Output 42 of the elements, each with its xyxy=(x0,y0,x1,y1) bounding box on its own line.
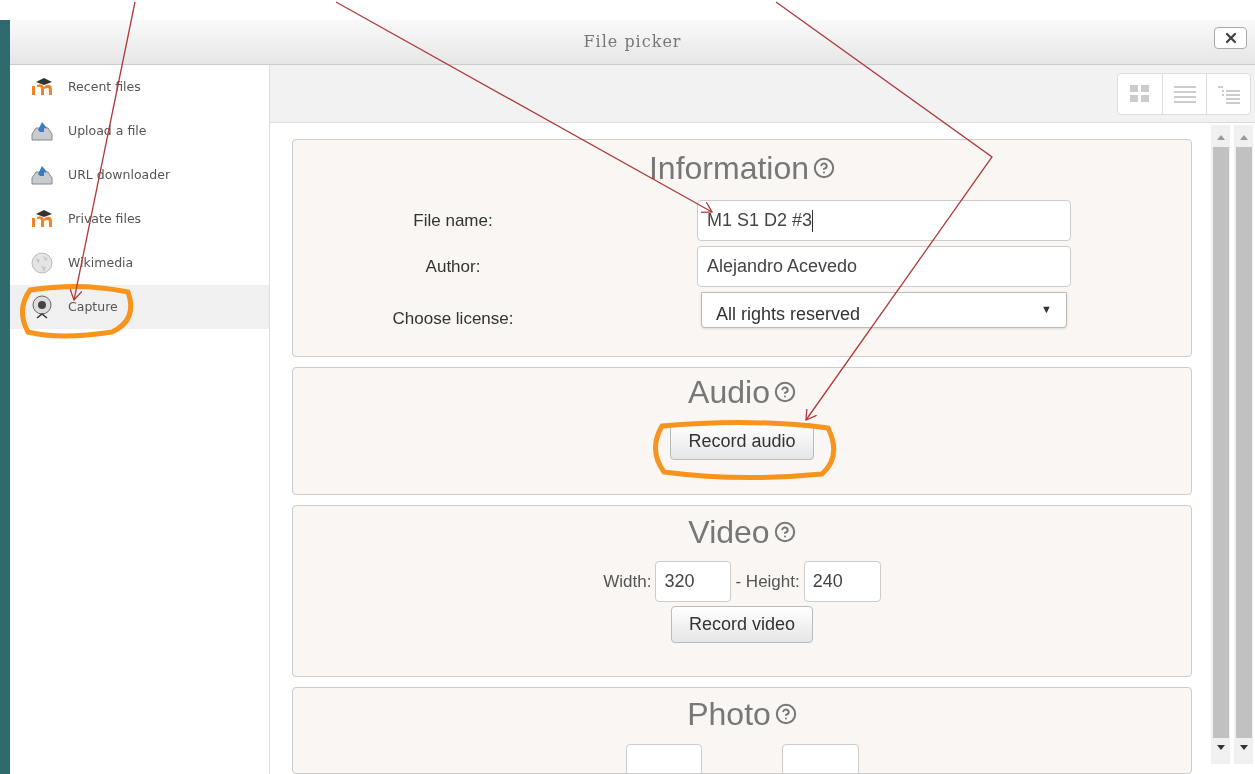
upload-tray-icon xyxy=(30,120,54,142)
scroll-down-icon[interactable] xyxy=(1238,744,1249,752)
graduation-logo-icon xyxy=(30,78,54,96)
text-field[interactable]: Alejandro Acevedo xyxy=(697,246,1071,287)
webcam-icon xyxy=(31,295,53,319)
record-button[interactable]: Record video xyxy=(670,606,814,643)
height-field[interactable]: 240 xyxy=(803,561,881,602)
dropdown-caret-icon: ▼ xyxy=(1041,300,1052,318)
tree-view-icon xyxy=(1217,83,1240,104)
scrollbar[interactable] xyxy=(1234,125,1253,764)
help-icon[interactable] xyxy=(774,702,797,725)
list-view-icon xyxy=(1173,83,1196,104)
scroll-up-icon[interactable] xyxy=(1215,133,1226,141)
width-label: Width: xyxy=(603,570,652,593)
scrollbar[interactable] xyxy=(1211,125,1230,764)
graduation-logo-icon xyxy=(30,210,54,228)
section-heading: Video xyxy=(688,513,770,552)
license-select[interactable]: All rights reserved ▼ xyxy=(701,292,1067,328)
grid-view-icon xyxy=(1129,83,1151,104)
height-label: - Height: xyxy=(735,570,800,593)
help-icon[interactable] xyxy=(773,381,796,403)
close-button[interactable] xyxy=(1214,27,1247,49)
width-field[interactable] xyxy=(625,743,702,773)
text-field[interactable]: M1 S1 D2 #3 xyxy=(697,200,1071,241)
help-icon[interactable] xyxy=(813,157,836,179)
scroll-up-icon[interactable] xyxy=(1238,133,1249,141)
width-field[interactable]: 320 xyxy=(655,561,732,602)
section-heading: Photo xyxy=(687,694,771,734)
scroll-down-icon[interactable] xyxy=(1215,744,1226,752)
sidebar-item[interactable]: Capture xyxy=(10,285,269,329)
help-icon[interactable] xyxy=(773,521,796,543)
field-label: Author: xyxy=(424,255,482,278)
field-label: File name: xyxy=(412,209,494,232)
section-heading: Information xyxy=(648,149,810,188)
section-heading: Audio xyxy=(688,373,770,412)
height-field[interactable] xyxy=(781,743,859,773)
window-title: File picker xyxy=(583,31,682,53)
globe-icon xyxy=(31,252,53,274)
record-button[interactable]: Record audio xyxy=(670,423,814,460)
text-cursor xyxy=(812,209,814,232)
field-label: Choose license: xyxy=(391,308,515,330)
upload-tray-icon xyxy=(30,164,54,186)
